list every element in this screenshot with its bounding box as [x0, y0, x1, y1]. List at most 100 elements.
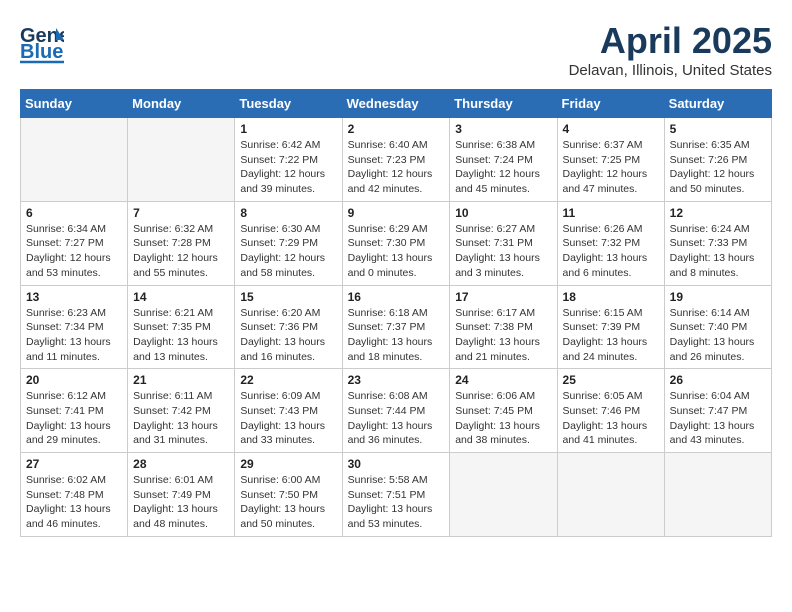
page-subtitle: Delavan, Illinois, United States: [569, 62, 772, 79]
calendar-cell: 9Sunrise: 6:29 AMSunset: 7:30 PMDaylight…: [342, 201, 450, 285]
weekday-header-thursday: Thursday: [450, 90, 557, 118]
day-info: Sunrise: 6:17 AMSunset: 7:38 PMDaylight:…: [455, 306, 551, 365]
calendar-cell: 11 Sunrise: 6:26 AMSunset: 7:32 PMDayligh…: [557, 201, 664, 285]
day-info: Sunrise: 6:15 AMSunset: 7:39 PMDaylight:…: [563, 306, 659, 365]
calendar-cell: [664, 453, 771, 537]
calendar-cell: 25 Sunrise: 6:05 AMSunset: 7:46 PMDayligh…: [557, 369, 664, 453]
day-info: Sunrise: 6:14 AMSunset: 7:40 PMDaylight:…: [670, 306, 766, 365]
day-info: Sunrise: 6:24 AMSunset: 7:33 PMDaylight:…: [670, 222, 766, 281]
calendar-cell: 1 Sunrise: 6:42 AMSunset: 7:22 PMDaylight…: [235, 118, 342, 202]
calendar-cell: 2 Sunrise: 6:40 AMSunset: 7:23 PMDaylight…: [342, 118, 450, 202]
weekday-header-sunday: Sunday: [21, 90, 128, 118]
calendar-cell: 16 Sunrise: 6:18 AMSunset: 7:37 PMDayligh…: [342, 285, 450, 369]
day-info: Sunrise: 6:12 AMSunset: 7:41 PMDaylight:…: [26, 389, 122, 448]
week-row-1: 1 Sunrise: 6:42 AMSunset: 7:22 PMDaylight…: [21, 118, 772, 202]
day-info: Sunrise: 6:20 AMSunset: 7:36 PMDaylight:…: [240, 306, 336, 365]
weekday-header-friday: Friday: [557, 90, 664, 118]
calendar-cell: 3 Sunrise: 6:38 AMSunset: 7:24 PMDaylight…: [450, 118, 557, 202]
day-number: 13: [26, 290, 122, 304]
calendar-cell: 10Sunrise: 6:27 AMSunset: 7:31 PMDayligh…: [450, 201, 557, 285]
calendar-cell: [557, 453, 664, 537]
day-number: 23: [348, 373, 445, 387]
day-info: Sunrise: 6:30 AMSunset: 7:29 PMDaylight:…: [240, 222, 336, 281]
day-number: 18: [563, 290, 659, 304]
day-number: 30: [348, 457, 445, 471]
day-number: 5: [670, 122, 766, 136]
day-number: 21: [133, 373, 229, 387]
day-info: Sunrise: 6:09 AMSunset: 7:43 PMDaylight:…: [240, 389, 336, 448]
day-info: Sunrise: 6:21 AMSunset: 7:35 PMDaylight:…: [133, 306, 229, 365]
calendar-cell: 19 Sunrise: 6:14 AMSunset: 7:40 PMDayligh…: [664, 285, 771, 369]
page-title: April 2025: [569, 20, 772, 62]
calendar-cell: [450, 453, 557, 537]
day-number: 20: [26, 373, 122, 387]
day-number: 14: [133, 290, 229, 304]
week-row-5: 27Sunrise: 6:02 AMSunset: 7:48 PMDayligh…: [21, 453, 772, 537]
day-number: 6: [26, 206, 122, 220]
calendar-cell: 30 Sunrise: 5:58 AMSunset: 7:51 PMDayligh…: [342, 453, 450, 537]
week-row-4: 20 Sunrise: 6:12 AMSunset: 7:41 PMDayligh…: [21, 369, 772, 453]
logo-icon: General Blue: [20, 20, 64, 64]
calendar-cell: [128, 118, 235, 202]
day-info: Sunrise: 6:00 AMSunset: 7:50 PMDaylight:…: [240, 473, 336, 532]
header: General Blue April 2025 Delavan, Illinoi…: [20, 20, 772, 79]
day-number: 17: [455, 290, 551, 304]
day-info: Sunrise: 6:23 AMSunset: 7:34 PMDaylight:…: [26, 306, 122, 365]
day-info: Sunrise: 6:08 AMSunset: 7:44 PMDaylight:…: [348, 389, 445, 448]
calendar-cell: 14 Sunrise: 6:21 AMSunset: 7:35 PMDayligh…: [128, 285, 235, 369]
day-info: Sunrise: 6:05 AMSunset: 7:46 PMDaylight:…: [563, 389, 659, 448]
day-number: 19: [670, 290, 766, 304]
title-area: April 2025 Delavan, Illinois, United Sta…: [569, 20, 772, 79]
day-number: 25: [563, 373, 659, 387]
day-info: Sunrise: 6:38 AMSunset: 7:24 PMDaylight:…: [455, 138, 551, 197]
week-row-2: 6 Sunrise: 6:34 AMSunset: 7:27 PMDaylight…: [21, 201, 772, 285]
day-number: 28: [133, 457, 229, 471]
day-info: Sunrise: 6:26 AMSunset: 7:32 PMDaylight:…: [563, 222, 659, 281]
day-info: Sunrise: 6:06 AMSunset: 7:45 PMDaylight:…: [455, 389, 551, 448]
calendar-cell: 4Sunrise: 6:37 AMSunset: 7:25 PMDaylight…: [557, 118, 664, 202]
calendar-cell: 21Sunrise: 6:11 AMSunset: 7:42 PMDayligh…: [128, 369, 235, 453]
day-number: 26: [670, 373, 766, 387]
day-info: Sunrise: 6:01 AMSunset: 7:49 PMDaylight:…: [133, 473, 229, 532]
day-number: 15: [240, 290, 336, 304]
calendar-cell: 7 Sunrise: 6:32 AMSunset: 7:28 PMDaylight…: [128, 201, 235, 285]
calendar-cell: 29Sunrise: 6:00 AMSunset: 7:50 PMDayligh…: [235, 453, 342, 537]
day-info: Sunrise: 6:34 AMSunset: 7:27 PMDaylight:…: [26, 222, 122, 281]
calendar-cell: 13 Sunrise: 6:23 AMSunset: 7:34 PMDayligh…: [21, 285, 128, 369]
calendar-cell: 26 Sunrise: 6:04 AMSunset: 7:47 PMDayligh…: [664, 369, 771, 453]
day-info: Sunrise: 6:32 AMSunset: 7:28 PMDaylight:…: [133, 222, 229, 281]
day-number: 9: [348, 206, 445, 220]
day-info: Sunrise: 6:37 AMSunset: 7:25 PMDaylight:…: [563, 138, 659, 197]
calendar-cell: 23 Sunrise: 6:08 AMSunset: 7:44 PMDayligh…: [342, 369, 450, 453]
calendar-cell: 5 Sunrise: 6:35 AMSunset: 7:26 PMDaylight…: [664, 118, 771, 202]
calendar-cell: [21, 118, 128, 202]
day-number: 7: [133, 206, 229, 220]
day-info: Sunrise: 6:04 AMSunset: 7:47 PMDaylight:…: [670, 389, 766, 448]
day-info: Sunrise: 6:18 AMSunset: 7:37 PMDaylight:…: [348, 306, 445, 365]
day-number: 22: [240, 373, 336, 387]
calendar-cell: 22 Sunrise: 6:09 AMSunset: 7:43 PMDayligh…: [235, 369, 342, 453]
weekday-header-saturday: Saturday: [664, 90, 771, 118]
day-number: 10: [455, 206, 551, 220]
day-info: Sunrise: 5:58 AMSunset: 7:51 PMDaylight:…: [348, 473, 445, 532]
day-number: 11: [563, 206, 659, 220]
weekday-header-tuesday: Tuesday: [235, 90, 342, 118]
day-number: 1: [240, 122, 336, 136]
day-info: Sunrise: 6:42 AMSunset: 7:22 PMDaylight:…: [240, 138, 336, 197]
calendar-cell: 15 Sunrise: 6:20 AMSunset: 7:36 PMDayligh…: [235, 285, 342, 369]
calendar-cell: 6 Sunrise: 6:34 AMSunset: 7:27 PMDaylight…: [21, 201, 128, 285]
day-number: 2: [348, 122, 445, 136]
day-info: Sunrise: 6:02 AMSunset: 7:48 PMDaylight:…: [26, 473, 122, 532]
calendar-cell: 24Sunrise: 6:06 AMSunset: 7:45 PMDayligh…: [450, 369, 557, 453]
day-number: 12: [670, 206, 766, 220]
day-number: 16: [348, 290, 445, 304]
day-number: 8: [240, 206, 336, 220]
day-number: 3: [455, 122, 551, 136]
calendar-cell: 8 Sunrise: 6:30 AMSunset: 7:29 PMDaylight…: [235, 201, 342, 285]
calendar-cell: 17 Sunrise: 6:17 AMSunset: 7:38 PMDayligh…: [450, 285, 557, 369]
weekday-header-monday: Monday: [128, 90, 235, 118]
calendar: SundayMondayTuesdayWednesdayThursdayFrid…: [20, 89, 772, 537]
day-info: Sunrise: 6:40 AMSunset: 7:23 PMDaylight:…: [348, 138, 445, 197]
day-info: Sunrise: 6:35 AMSunset: 7:26 PMDaylight:…: [670, 138, 766, 197]
week-row-3: 13 Sunrise: 6:23 AMSunset: 7:34 PMDayligh…: [21, 285, 772, 369]
